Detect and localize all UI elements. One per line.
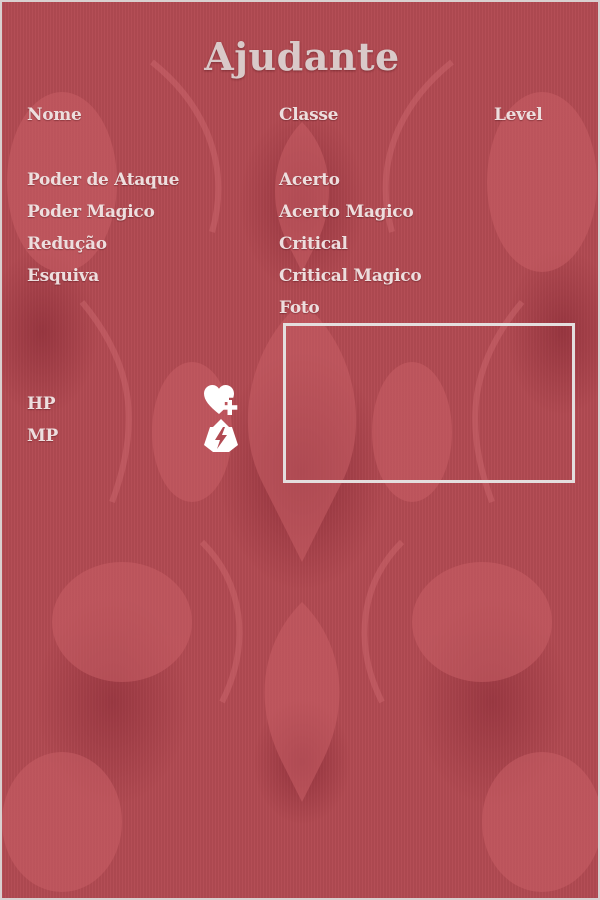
class-label: Classe (279, 105, 339, 125)
magic-power-label: Poder Magico (27, 202, 155, 222)
lightning-shield-icon (204, 419, 238, 452)
magic-critical-label: Critical Magico (279, 266, 422, 286)
mp-label: MP (27, 426, 59, 446)
hp-label: HP (27, 394, 56, 414)
character-sheet: Ajudante Nome Classe Level Poder de Ataq… (0, 0, 600, 900)
accuracy-label: Acerto (279, 170, 340, 190)
photo-frame (283, 323, 575, 483)
evasion-label: Esquiva (27, 266, 100, 286)
photo-label: Foto (279, 298, 320, 318)
critical-label: Critical (279, 234, 348, 254)
page-title: Ajudante (204, 34, 400, 79)
name-label: Nome (27, 105, 82, 125)
level-label: Level (494, 105, 543, 125)
attack-power-label: Poder de Ataque (27, 170, 180, 190)
heart-plus-icon (204, 385, 238, 415)
reduction-label: Redução (27, 234, 107, 254)
magic-accuracy-label: Acerto Magico (279, 202, 414, 222)
